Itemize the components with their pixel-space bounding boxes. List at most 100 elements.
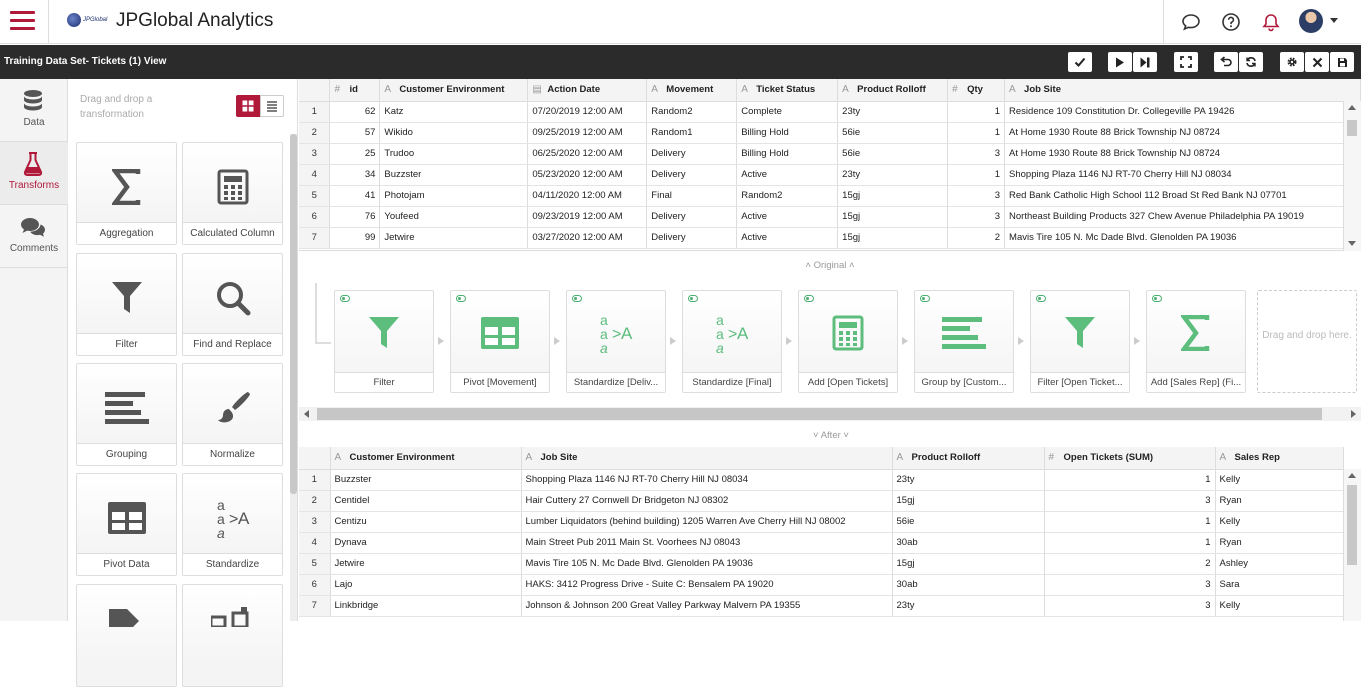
tile-aggregation[interactable]: Aggregation — [76, 142, 177, 245]
step-toggle[interactable] — [804, 295, 814, 302]
table-cell[interactable]: 3 — [947, 206, 1006, 228]
table-cell[interactable]: Mavis Tire 105 N. Mc Dade Blvd. Glenolde… — [1004, 227, 1361, 249]
table-cell[interactable]: 15gj — [837, 185, 949, 207]
table-cell[interactable]: Random2 — [736, 185, 839, 207]
table-cell[interactable]: 3 — [947, 185, 1006, 207]
table-cell[interactable]: HAKS: 3412 Progress Drive - Suite C: Ben… — [521, 574, 893, 596]
table-cell[interactable]: 41 — [329, 185, 381, 207]
table-row[interactable]: 4 34 Buzzster 05/23/2020 12:00 AM Delivery Ac… — [299, 164, 1361, 186]
list-view-toggle[interactable] — [260, 95, 284, 117]
tile-find-and-replace[interactable]: Find and Replace — [182, 253, 283, 356]
table-cell[interactable]: 1 — [947, 101, 1006, 123]
table-cell[interactable]: 1 — [1044, 511, 1216, 533]
table-cell[interactable]: 23ty — [837, 164, 949, 186]
table-cell[interactable]: 76 — [329, 206, 381, 228]
bell-icon[interactable] — [1260, 11, 1282, 33]
column-header[interactable]: A Job Site — [521, 447, 893, 470]
column-header[interactable]: A Customer Environment — [379, 79, 529, 102]
column-header[interactable]: A Job Site — [1004, 79, 1361, 102]
column-header[interactable]: A Product Rolloff — [892, 447, 1045, 470]
table-cell[interactable]: 3 — [1044, 490, 1216, 512]
table-cell[interactable]: Buzzster — [379, 164, 529, 186]
table-cell[interactable]: At Home 1930 Route 88 Brick Township NJ … — [1004, 143, 1361, 165]
table-cell[interactable]: Final — [646, 185, 738, 207]
nav-comments[interactable]: Comments — [0, 205, 68, 268]
table-cell[interactable]: 2 — [947, 227, 1006, 249]
table-cell[interactable]: Mavis Tire 105 N. Mc Dade Blvd. Glenolde… — [521, 553, 893, 575]
table-cell[interactable]: 23ty — [837, 101, 949, 123]
nav-transforms[interactable]: Transforms — [0, 142, 68, 205]
table-row[interactable]: 7 Linkbridge Johnson & Johnson 200 Great V… — [299, 595, 1344, 617]
table-cell[interactable]: 1 — [1044, 532, 1216, 554]
table-cell[interactable]: Active — [736, 227, 839, 249]
table-cell[interactable]: 34 — [329, 164, 381, 186]
table-cell[interactable]: Shopping Plaza 1146 NJ RT-70 Cherry Hill… — [1004, 164, 1361, 186]
table-cell[interactable]: 1 — [947, 122, 1006, 144]
table-row[interactable]: 2 57 Wikido 09/25/2019 12:00 AM Random1 Billi… — [299, 122, 1361, 144]
table-cell[interactable]: 05/23/2020 12:00 AM — [527, 164, 648, 186]
table-cell[interactable]: Buzzster — [330, 469, 522, 491]
tile-pivot-data[interactable]: Pivot Data — [76, 473, 177, 576]
table-cell[interactable]: 03/27/2020 12:00 AM — [527, 227, 648, 249]
column-header[interactable]: A Sales Rep — [1215, 447, 1344, 470]
table-cell[interactable]: 04/11/2020 12:00 AM — [527, 185, 648, 207]
table-cell[interactable]: 1 — [947, 164, 1006, 186]
table-cell[interactable]: Active — [736, 164, 839, 186]
table-cell[interactable]: Delivery — [646, 227, 738, 249]
table-cell[interactable]: 3 — [1044, 595, 1216, 617]
pipeline-step-add-sales-rep[interactable]: Add [Sales Rep] (Fi... — [1146, 290, 1246, 393]
table-cell[interactable]: 99 — [329, 227, 381, 249]
table-cell[interactable]: 2 — [1044, 553, 1216, 575]
pipeline-drop-zone[interactable]: Drag and drop here. — [1257, 290, 1357, 393]
table-cell[interactable]: 56ie — [892, 511, 1045, 533]
after-table-scrollbar-thumb[interactable] — [1347, 485, 1357, 565]
gear-icon[interactable] — [1280, 52, 1304, 72]
tile-normalize[interactable]: Normalize — [182, 363, 283, 466]
table-cell[interactable]: 57 — [329, 122, 381, 144]
original-section-toggle[interactable]: ˄ Original ˄ — [790, 260, 870, 271]
table-cell[interactable]: 15gj — [837, 227, 949, 249]
table-cell[interactable]: 09/25/2019 12:00 AM — [527, 122, 648, 144]
tile-calculated-column[interactable]: Calculated Column — [182, 142, 283, 245]
table-cell[interactable]: Photojam — [379, 185, 529, 207]
close-icon[interactable] — [1305, 52, 1329, 72]
table-cell[interactable]: Hair Cuttery 27 Cornwell Dr Bridgeton NJ… — [521, 490, 893, 512]
column-header[interactable]: A Customer Environment — [330, 447, 522, 470]
column-header[interactable]: A Movement — [646, 79, 738, 102]
table-cell[interactable]: Johnson & Johnson 200 Great Valley Parkw… — [521, 595, 893, 617]
table-cell[interactable]: Jetwire — [330, 553, 522, 575]
original-table-scrollbar-thumb[interactable] — [1347, 120, 1357, 136]
table-row[interactable]: 1 62 Katz 07/20/2019 12:00 AM Random2 Complet… — [299, 101, 1361, 123]
table-row[interactable]: 6 76 Youfeed 09/23/2019 12:00 AM Delivery Act… — [299, 206, 1361, 228]
check-icon[interactable] — [1068, 52, 1092, 72]
table-cell[interactable]: 3 — [947, 143, 1006, 165]
play-icon[interactable] — [1108, 52, 1132, 72]
column-header[interactable]: A Product Rolloff — [837, 79, 949, 102]
table-cell[interactable]: Main Street Pub 2011 Main St. Voorhees N… — [521, 532, 893, 554]
column-header[interactable]: # Open Tickets (SUM) — [1044, 447, 1216, 470]
table-cell[interactable]: At Home 1930 Route 88 Brick Township NJ … — [1004, 122, 1361, 144]
table-row[interactable]: 5 Jetwire Mavis Tire 105 N. Mc Dade Blvd. … — [299, 553, 1344, 575]
scroll-up-icon[interactable] — [1348, 473, 1356, 478]
table-row[interactable]: 4 Dynava Main Street Pub 2011 Main St. Voo… — [299, 532, 1344, 554]
table-cell[interactable]: Billing Hold — [736, 143, 839, 165]
step-toggle[interactable] — [920, 295, 930, 302]
nav-data[interactable]: Data — [0, 79, 68, 142]
table-cell[interactable]: Centizu — [330, 511, 522, 533]
table-cell[interactable]: Active — [736, 206, 839, 228]
tile-more[interactable] — [182, 584, 283, 687]
table-cell[interactable]: Red Bank Catholic High School 112 Broad … — [1004, 185, 1361, 207]
table-cell[interactable]: 07/20/2019 12:00 AM — [527, 101, 648, 123]
expand-icon[interactable] — [1174, 52, 1198, 72]
table-cell[interactable]: Complete — [736, 101, 839, 123]
chat-icon[interactable] — [1180, 11, 1202, 33]
table-cell[interactable]: Random2 — [646, 101, 738, 123]
table-cell[interactable]: 23ty — [892, 469, 1045, 491]
column-header[interactable]: # Qty — [947, 79, 1006, 102]
step-icon[interactable] — [1133, 52, 1157, 72]
table-cell[interactable]: Centidel — [330, 490, 522, 512]
pipeline-step-pivot[interactable]: Pivot [Movement] — [450, 290, 550, 393]
table-cell[interactable]: 30ab — [892, 532, 1045, 554]
tile-grouping[interactable]: Grouping — [76, 363, 177, 466]
step-toggle[interactable] — [572, 295, 582, 302]
